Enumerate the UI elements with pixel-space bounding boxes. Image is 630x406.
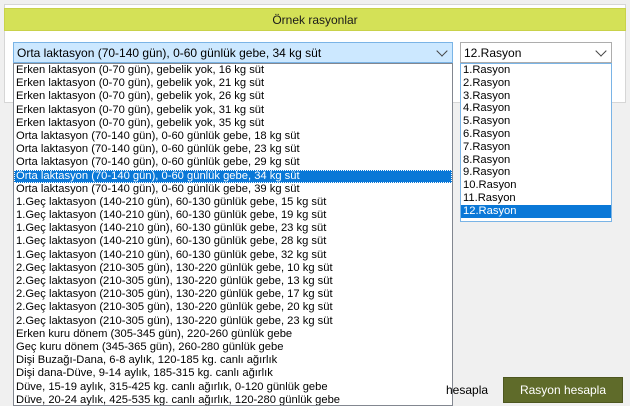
rasyon-option-item[interactable]: 6.Rasyon	[461, 128, 611, 141]
panel-title-text: Örnek rasyonlar	[272, 12, 358, 27]
ration-option-item[interactable]: Geç kuru dönem (345-365 gün), 260-280 gü…	[14, 341, 452, 354]
rasyon-number-options-list[interactable]: 1.Rasyon 2.Rasyon 3.Rasyon 4.Rasyon 5.Rasyon…	[460, 63, 612, 222]
ration-type-selected-value: Orta laktasyon (70-140 gün), 0-60 günlük…	[17, 45, 322, 60]
ration-option-item[interactable]: Erken laktasyon (0-70 gün), gebelik yok,…	[14, 90, 452, 103]
ration-option-item[interactable]: 2.Geç laktasyon (210-305 gün), 130-220 g…	[14, 315, 452, 328]
ration-option-item[interactable]: Erken kuru dönem (305-345 gün), 220-260 …	[14, 328, 452, 341]
ration-option-item[interactable]: Erken laktasyon (0-70 gün), gebelik yok,…	[14, 117, 452, 130]
rasyon-option-item[interactable]: 7.Rasyon	[461, 141, 611, 154]
rasyon-number-dropdown[interactable]: 12.Rasyon	[460, 42, 612, 63]
ration-option-item[interactable]: Düve, 15-19 aylık, 315-425 kg. canlı ağı…	[14, 381, 452, 394]
ration-option-item[interactable]: Orta laktasyon (70-140 gün), 0-60 günlük…	[14, 130, 452, 143]
rasyon-option-item[interactable]: 12.Rasyon	[461, 204, 611, 218]
ration-option-item[interactable]: 1.Geç laktasyon (140-210 gün), 60-130 gü…	[14, 222, 452, 235]
rasyon-option-item[interactable]: 2.Rasyon	[461, 77, 611, 90]
ration-option-item[interactable]: 1.Geç laktasyon (140-210 gün), 60-130 gü…	[14, 249, 452, 262]
ration-option-item[interactable]: Düve, 20-24 aylık, 425-535 kg. canlı ağı…	[14, 394, 452, 405]
ration-option-item[interactable]: Erken laktasyon (0-70 gün), gebelik yok,…	[14, 64, 452, 77]
rasyon-option-item[interactable]: 4.Rasyon	[461, 102, 611, 115]
ration-option-item[interactable]: 1.Geç laktasyon (140-210 gün), 60-130 gü…	[14, 235, 452, 248]
ration-option-item[interactable]: Dişi dana-Düve, 9-14 aylık, 185-315 kg. …	[14, 367, 452, 380]
ration-type-dropdown[interactable]: Orta laktasyon (70-140 gün), 0-60 günlük…	[13, 42, 453, 63]
ration-option-item[interactable]: 1.Geç laktasyon (140-210 gün), 60-130 gü…	[14, 209, 452, 222]
ration-option-item[interactable]: Orta laktasyon (70-140 gün), 0-60 günlük…	[14, 156, 452, 169]
rasyon-option-item[interactable]: 3.Rasyon	[461, 90, 611, 103]
rasyon-option-item[interactable]: 11.Rasyon	[461, 192, 611, 205]
calculate-button-label: hesapla	[446, 383, 489, 397]
rasyon-number-selected-value: 12.Rasyon	[464, 45, 522, 60]
ration-option-item[interactable]: 2.Geç laktasyon (210-305 gün), 130-220 g…	[14, 288, 452, 301]
rasyon-option-item[interactable]: 9.Rasyon	[461, 166, 611, 179]
chevron-down-icon[interactable]	[595, 45, 607, 57]
ration-option-item[interactable]: Orta laktasyon (70-140 gün), 0-60 günlük…	[14, 143, 452, 156]
ration-type-options-list[interactable]: Erken laktasyon (0-70 gün), gebelik yok,…	[13, 63, 453, 406]
ration-option-item[interactable]: 2.Geç laktasyon (210-305 gün), 130-220 g…	[14, 301, 452, 314]
ration-option-item[interactable]: 1.Geç laktasyon (140-210 gün), 60-130 gü…	[14, 196, 452, 209]
rasyon-option-item[interactable]: 10.Rasyon	[461, 179, 611, 192]
ration-option-item[interactable]: Orta laktasyon (70-140 gün), 0-60 günlük…	[14, 183, 452, 196]
calculate-button-partial[interactable]: hesapla	[446, 379, 496, 401]
ration-option-item[interactable]: Erken laktasyon (0-70 gün), gebelik yok,…	[14, 77, 452, 90]
rasyon-hesapla-label: Rasyon hesapla	[519, 383, 607, 397]
ration-option-item[interactable]: 2.Geç laktasyon (210-305 gün), 130-220 g…	[14, 275, 452, 288]
chevron-down-icon[interactable]	[436, 45, 448, 57]
rasyon-option-item[interactable]: 8.Rasyon	[461, 154, 611, 167]
rasyon-option-item[interactable]: 1.Rasyon	[461, 64, 611, 77]
ration-option-item[interactable]: Orta laktasyon (70-140 gün), 0-60 günlük…	[14, 169, 452, 183]
ration-option-item[interactable]: Dişi Buzağı-Dana, 6-8 aylık, 120-185 kg.…	[14, 354, 452, 367]
panel-title: Örnek rasyonlar	[4, 8, 626, 31]
ration-option-item[interactable]: Erken laktasyon (0-70 gün), gebelik yok,…	[14, 104, 452, 117]
rasyon-hesapla-button[interactable]: Rasyon hesapla	[503, 377, 623, 403]
ration-option-item[interactable]: 2.Geç laktasyon (210-305 gün), 130-220 g…	[14, 262, 452, 275]
rasyon-option-item[interactable]: 5.Rasyon	[461, 115, 611, 128]
